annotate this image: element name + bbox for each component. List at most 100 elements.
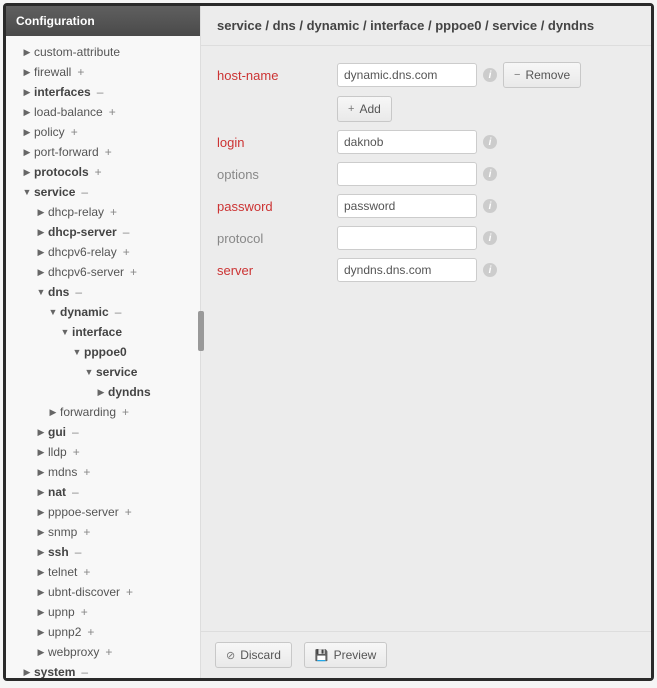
sidebar-title: Configuration bbox=[6, 6, 200, 36]
input-server[interactable] bbox=[337, 258, 477, 282]
tree-item-snmp[interactable]: ▶snmp + bbox=[10, 522, 196, 542]
tree-item-system[interactable]: ▶system– bbox=[10, 662, 196, 678]
plus-icon: + bbox=[71, 122, 78, 142]
label-server: server bbox=[217, 263, 337, 278]
main-panel: service / dns / dynamic / interface / pp… bbox=[201, 6, 651, 678]
tree-item-port-forward[interactable]: ▶port-forward+ bbox=[10, 142, 196, 162]
cancel-icon: ⊘ bbox=[226, 649, 235, 662]
minus-icon: – bbox=[115, 302, 122, 322]
tree-item-label: dhcp-server bbox=[48, 222, 117, 242]
tree-item-label: pppoe-server bbox=[48, 502, 119, 522]
info-icon[interactable]: i bbox=[483, 231, 497, 245]
tree-item-interfaces[interactable]: ▶interfaces– bbox=[10, 82, 196, 102]
tree-item-label: upnp bbox=[48, 602, 75, 622]
plus-icon: + bbox=[83, 562, 90, 582]
tree-item-telnet[interactable]: ▶telnet+ bbox=[10, 562, 196, 582]
plus-icon: + bbox=[110, 202, 117, 222]
chevron-down-icon: ▼ bbox=[72, 342, 82, 362]
chevron-right-icon: ▶ bbox=[36, 642, 46, 662]
minus-icon: – bbox=[81, 662, 88, 678]
chevron-right-icon: ▶ bbox=[36, 502, 46, 522]
tree-item-label: snmp bbox=[48, 522, 77, 542]
info-icon[interactable]: i bbox=[483, 135, 497, 149]
tree-item-label: system bbox=[34, 662, 75, 678]
tree-item-firewall[interactable]: ▶firewall+ bbox=[10, 62, 196, 82]
tree-item-mdns[interactable]: ▶mdns+ bbox=[10, 462, 196, 482]
plus-icon: + bbox=[109, 102, 116, 122]
label-protocol: protocol bbox=[217, 231, 337, 246]
info-icon[interactable]: i bbox=[483, 199, 497, 213]
tree-item-interface[interactable]: ▼interface bbox=[10, 322, 196, 342]
config-tree: ▶custom-attribute▶firewall+▶interfaces–▶… bbox=[6, 36, 200, 678]
label-options: options bbox=[217, 167, 337, 182]
input-login[interactable] bbox=[337, 130, 477, 154]
chevron-right-icon: ▶ bbox=[36, 582, 46, 602]
tree-item-service[interactable]: ▼service– bbox=[10, 182, 196, 202]
tree-item-policy[interactable]: ▶policy+ bbox=[10, 122, 196, 142]
chevron-right-icon: ▶ bbox=[36, 602, 46, 622]
tree-item-label: interfaces bbox=[34, 82, 91, 102]
tree-item-protocols[interactable]: ▶protocols+ bbox=[10, 162, 196, 182]
tree-item-lldp[interactable]: ▶lldp+ bbox=[10, 442, 196, 462]
resize-handle[interactable] bbox=[198, 311, 204, 351]
tree-item-dns[interactable]: ▼dns– bbox=[10, 282, 196, 302]
tree-item-label: dynamic bbox=[60, 302, 109, 322]
info-icon[interactable]: i bbox=[483, 263, 497, 277]
plus-icon: + bbox=[125, 502, 132, 522]
input-options[interactable] bbox=[337, 162, 477, 186]
tree-item-pppoe0[interactable]: ▼pppoe0 bbox=[10, 342, 196, 362]
tree-item-label: dyndns bbox=[108, 382, 151, 402]
tree-item-dyndns[interactable]: ▶dyndns bbox=[10, 382, 196, 402]
tree-item-nat[interactable]: ▶nat– bbox=[10, 482, 196, 502]
tree-item-pppoe-server[interactable]: ▶pppoe-server + bbox=[10, 502, 196, 522]
sidebar: Configuration ▶custom-attribute▶firewall… bbox=[6, 6, 201, 678]
plus-icon: + bbox=[122, 402, 129, 422]
input-host-name[interactable] bbox=[337, 63, 477, 87]
tree-item-label: webproxy bbox=[48, 642, 99, 662]
label-login: login bbox=[217, 135, 337, 150]
tree-item-dhcp-server[interactable]: ▶dhcp-server– bbox=[10, 222, 196, 242]
plus-icon: + bbox=[83, 462, 90, 482]
tree-item-gui[interactable]: ▶gui– bbox=[10, 422, 196, 442]
tree-item-ssh[interactable]: ▶ssh– bbox=[10, 542, 196, 562]
tree-item-dynamic[interactable]: ▼dynamic– bbox=[10, 302, 196, 322]
minus-icon: – bbox=[75, 542, 82, 562]
input-password[interactable] bbox=[337, 194, 477, 218]
tree-item-dhcpv6-server[interactable]: ▶dhcpv6-server + bbox=[10, 262, 196, 282]
tree-item-ubnt-discover[interactable]: ▶ubnt-discover+ bbox=[10, 582, 196, 602]
discard-button[interactable]: ⊘Discard bbox=[215, 642, 292, 668]
tree-item-label: dhcpv6-server bbox=[48, 262, 124, 282]
tree-item-forwarding[interactable]: ▶forwarding+ bbox=[10, 402, 196, 422]
tree-item-service[interactable]: ▼service bbox=[10, 362, 196, 382]
label-password: password bbox=[217, 199, 337, 214]
tree-item-label: interface bbox=[72, 322, 122, 342]
tree-item-label: dhcpv6-relay bbox=[48, 242, 117, 262]
tree-item-dhcp-relay[interactable]: ▶dhcp-relay+ bbox=[10, 202, 196, 222]
tree-item-dhcpv6-relay[interactable]: ▶dhcpv6-relay+ bbox=[10, 242, 196, 262]
tree-item-upnp[interactable]: ▶upnp+ bbox=[10, 602, 196, 622]
chevron-right-icon: ▶ bbox=[36, 242, 46, 262]
tree-item-label: gui bbox=[48, 422, 66, 442]
tree-item-custom-attribute[interactable]: ▶custom-attribute bbox=[10, 42, 196, 62]
breadcrumb: service / dns / dynamic / interface / pp… bbox=[201, 6, 651, 46]
tree-item-label: mdns bbox=[48, 462, 77, 482]
info-icon[interactable]: i bbox=[483, 167, 497, 181]
tree-item-label: custom-attribute bbox=[34, 42, 120, 62]
tree-item-upnp2[interactable]: ▶upnp2+ bbox=[10, 622, 196, 642]
plus-icon: + bbox=[130, 262, 137, 282]
input-protocol[interactable] bbox=[337, 226, 477, 250]
chevron-right-icon: ▶ bbox=[36, 522, 46, 542]
plus-icon: + bbox=[83, 522, 90, 542]
tree-item-webproxy[interactable]: ▶webproxy+ bbox=[10, 642, 196, 662]
info-icon[interactable]: i bbox=[483, 68, 497, 82]
tree-item-label: nat bbox=[48, 482, 66, 502]
chevron-right-icon: ▶ bbox=[36, 262, 46, 282]
tree-item-load-balance[interactable]: ▶load-balance+ bbox=[10, 102, 196, 122]
tree-item-label: dhcp-relay bbox=[48, 202, 104, 222]
plus-icon: + bbox=[77, 62, 84, 82]
chevron-right-icon: ▶ bbox=[22, 142, 32, 162]
tree-item-label: firewall bbox=[34, 62, 71, 82]
add-button[interactable]: +Add bbox=[337, 96, 392, 122]
remove-button[interactable]: −Remove bbox=[503, 62, 581, 88]
preview-button[interactable]: 💾Preview bbox=[304, 642, 387, 668]
